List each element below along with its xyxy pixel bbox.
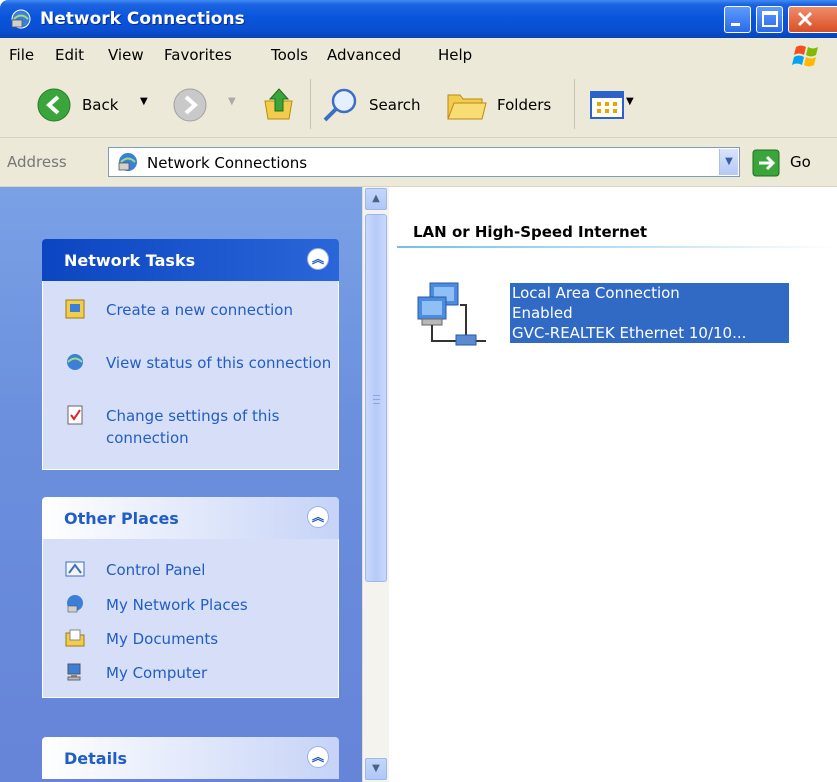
maximize-button[interactable] bbox=[756, 6, 783, 33]
forward-dropdown-icon[interactable]: ▼ bbox=[228, 96, 236, 107]
title-bar[interactable]: Network Connections bbox=[0, 0, 837, 38]
task-label: Change settings of this connection bbox=[106, 407, 280, 447]
computer-icon bbox=[67, 663, 81, 681]
search-icon[interactable] bbox=[320, 85, 360, 125]
details-header[interactable]: Details ︽ bbox=[42, 737, 339, 779]
menu-file[interactable]: File bbox=[9, 46, 34, 64]
windows-logo-icon bbox=[792, 45, 818, 67]
maximize-icon bbox=[762, 11, 778, 27]
window: Network Connections File Edit View Favor… bbox=[0, 0, 837, 782]
network-connections-icon bbox=[118, 153, 137, 171]
place-my-computer[interactable]: My Computer bbox=[65, 662, 325, 686]
search-button[interactable]: Search bbox=[369, 96, 421, 114]
other-places-box: Other Places ︽ Control Panel My Network … bbox=[42, 497, 339, 698]
menu-help[interactable]: Help bbox=[438, 46, 472, 64]
toolbar-separator bbox=[310, 79, 311, 129]
menu-advanced[interactable]: Advanced bbox=[327, 46, 401, 64]
address-value: Network Connections bbox=[147, 154, 308, 172]
connection-label: Local Area Connection Enabled GVC-REALTE… bbox=[510, 283, 789, 343]
place-label: My Network Places bbox=[106, 596, 248, 614]
network-tasks-body: Create a new connection View status of t… bbox=[42, 281, 339, 470]
scroll-down-icon[interactable]: ▼ bbox=[365, 758, 387, 780]
network-tasks-header[interactable]: Network Tasks ︽ bbox=[42, 239, 339, 281]
task-label: Create a new connection bbox=[106, 301, 293, 319]
close-button[interactable] bbox=[788, 6, 837, 33]
connections-view: LAN or High-Speed Internet Local Area Co… bbox=[389, 187, 837, 782]
toolbar: Back ▼ ▼ Search Folders ▼ bbox=[0, 71, 837, 138]
back-arrow-icon[interactable] bbox=[36, 87, 72, 123]
collapse-chevron-icon[interactable]: ︽ bbox=[307, 746, 329, 768]
menu-bar: File Edit View Favorites Tools Advanced … bbox=[0, 38, 837, 72]
up-folder-icon[interactable] bbox=[262, 85, 296, 123]
details-box: Details ︽ bbox=[42, 737, 339, 779]
menu-edit[interactable]: Edit bbox=[55, 46, 84, 64]
network-tasks-box: Network Tasks ︽ Create a new connection bbox=[42, 239, 339, 470]
close-icon bbox=[797, 11, 813, 27]
connection-status: Enabled bbox=[512, 304, 573, 322]
new-connection-icon bbox=[65, 299, 85, 319]
folders-icon[interactable] bbox=[446, 87, 488, 123]
view-status-icon bbox=[67, 354, 83, 370]
minimize-icon bbox=[731, 23, 740, 26]
back-button[interactable]: Back bbox=[82, 96, 118, 114]
local-area-connection-item[interactable]: Local Area Connection Enabled GVC-REALTE… bbox=[414, 277, 814, 355]
views-icon[interactable] bbox=[590, 91, 624, 119]
task-pane-scrollbar[interactable]: ▲ ▼ bbox=[362, 187, 389, 782]
scroll-thumb[interactable] bbox=[365, 214, 387, 582]
go-button[interactable]: Go bbox=[790, 153, 811, 171]
control-panel-icon bbox=[65, 561, 85, 577]
address-dropdown-icon[interactable]: ▼ bbox=[719, 149, 738, 175]
window-title: Network Connections bbox=[40, 9, 245, 29]
place-label: My Documents bbox=[106, 630, 219, 648]
scroll-up-icon[interactable]: ▲ bbox=[365, 188, 387, 210]
task-create-connection[interactable]: Create a new connection bbox=[65, 299, 325, 343]
network-tasks-title: Network Tasks bbox=[64, 251, 196, 270]
place-network-places[interactable]: My Network Places bbox=[65, 594, 325, 618]
change-settings-icon bbox=[67, 405, 83, 425]
menu-view[interactable]: View bbox=[108, 46, 144, 64]
task-view-status[interactable]: View status of this connection bbox=[65, 352, 331, 396]
task-change-settings[interactable]: Change settings of this connection bbox=[65, 405, 325, 449]
scroll-grip bbox=[373, 395, 380, 396]
folders-button[interactable]: Folders bbox=[497, 96, 551, 114]
connection-name: Local Area Connection bbox=[512, 284, 680, 302]
go-arrow-icon[interactable] bbox=[752, 149, 780, 177]
other-places-header[interactable]: Other Places ︽ bbox=[42, 497, 339, 539]
back-dropdown-icon[interactable]: ▼ bbox=[140, 96, 148, 107]
address-bar: Address Network Connections ▼ Go bbox=[0, 138, 837, 187]
documents-icon bbox=[65, 629, 85, 647]
minimize-button[interactable] bbox=[724, 6, 751, 33]
collapse-chevron-icon[interactable]: ︽ bbox=[307, 506, 329, 528]
network-places-icon bbox=[67, 595, 83, 613]
group-divider bbox=[397, 246, 837, 248]
address-label: Address bbox=[7, 153, 67, 171]
task-label: View status of this connection bbox=[106, 354, 332, 372]
place-label: Control Panel bbox=[106, 561, 206, 579]
connection-device: GVC-REALTEK Ethernet 10/10... bbox=[512, 324, 747, 342]
details-title: Details bbox=[64, 749, 128, 768]
task-pane: Network Tasks ︽ Create a new connection bbox=[0, 187, 362, 782]
scroll-grip bbox=[373, 403, 380, 404]
forward-arrow-icon[interactable] bbox=[172, 87, 208, 123]
collapse-chevron-icon[interactable]: ︽ bbox=[307, 248, 329, 270]
address-input[interactable]: Network Connections ▼ bbox=[108, 147, 740, 177]
other-places-body: Control Panel My Network Places My Docum… bbox=[42, 539, 339, 698]
place-control-panel[interactable]: Control Panel bbox=[65, 559, 325, 583]
toolbar-separator bbox=[574, 79, 575, 129]
group-header: LAN or High-Speed Internet bbox=[413, 223, 648, 241]
lan-connection-icon bbox=[417, 282, 486, 346]
other-places-title: Other Places bbox=[64, 509, 179, 528]
scroll-grip bbox=[373, 399, 380, 400]
network-connections-icon bbox=[11, 9, 31, 29]
views-dropdown-icon[interactable]: ▼ bbox=[626, 96, 634, 107]
menu-tools[interactable]: Tools bbox=[271, 46, 308, 64]
menu-favorites[interactable]: Favorites bbox=[164, 46, 232, 64]
place-label: My Computer bbox=[106, 664, 208, 682]
place-my-documents[interactable]: My Documents bbox=[65, 628, 325, 652]
